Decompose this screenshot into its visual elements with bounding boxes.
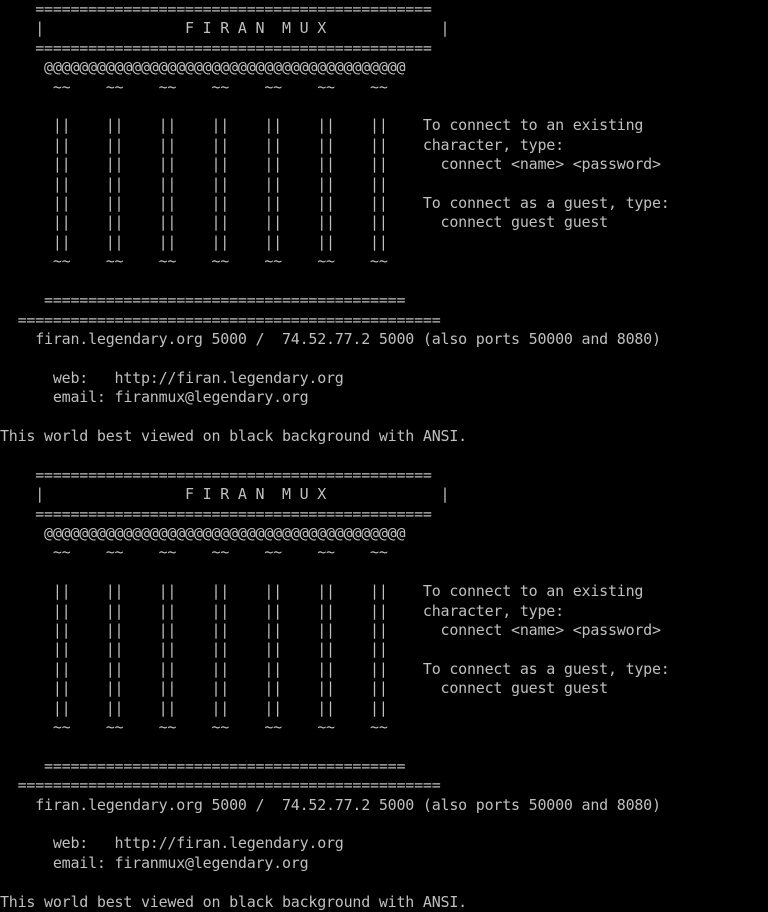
login-banner-block-first: ========================================… [0,0,670,445]
terminal-screen[interactable]: ========================================… [0,0,768,911]
login-banner-block-second: ========================================… [0,465,670,911]
blank-separator-line [0,446,768,465]
